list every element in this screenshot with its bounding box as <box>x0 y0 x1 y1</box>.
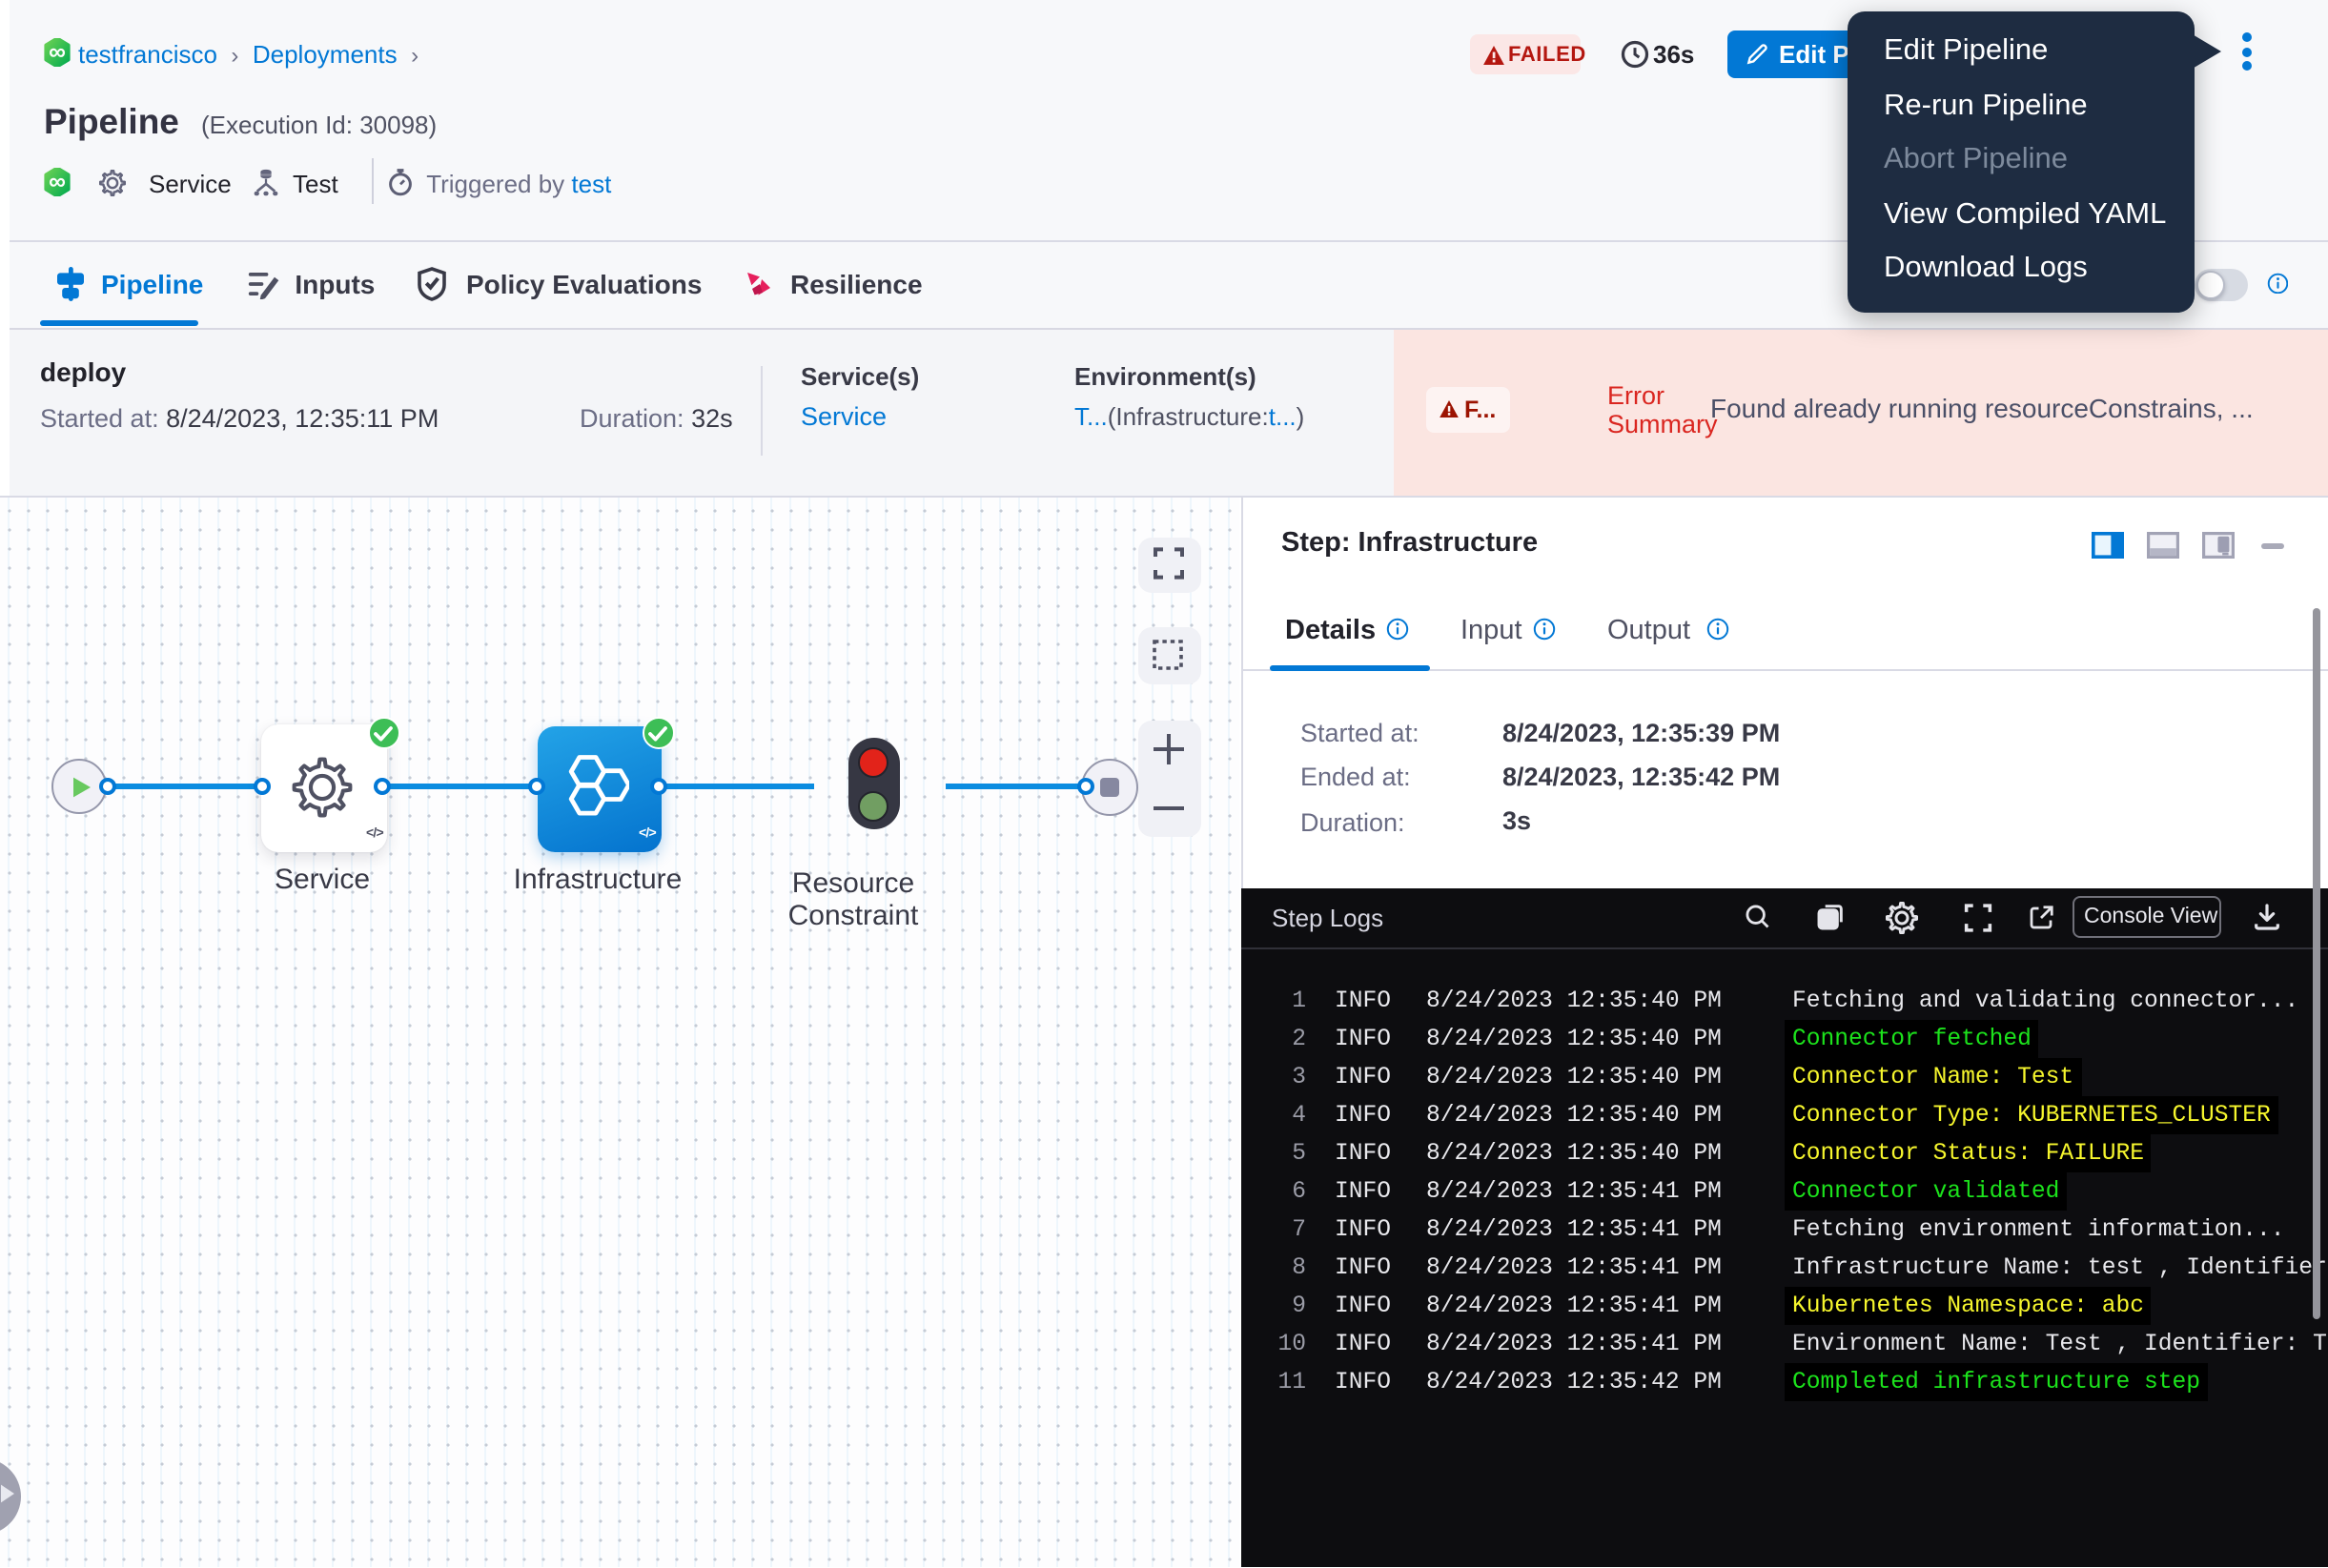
svg-text:∞: ∞ <box>49 38 66 65</box>
svg-text:∞: ∞ <box>49 168 66 194</box>
